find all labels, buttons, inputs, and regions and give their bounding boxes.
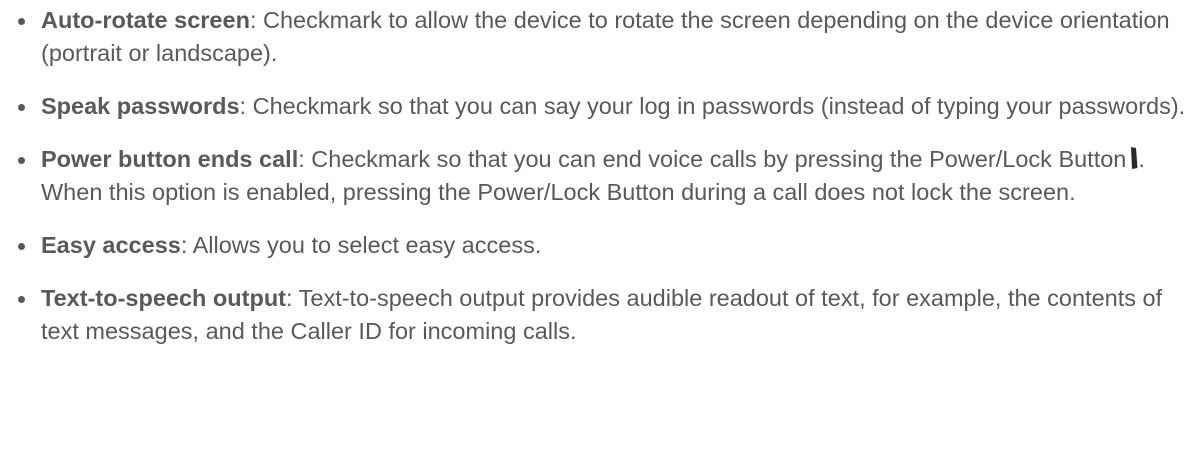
list-item-auto-rotate-screen: Auto-rotate screen: Checkmark to allow t…	[0, 4, 1191, 70]
bullet-icon	[18, 18, 25, 25]
bullet-icon	[18, 104, 25, 111]
list-item-power-button-ends-call: Power button ends call: Checkmark so tha…	[0, 143, 1191, 209]
item-term: Auto-rotate screen	[41, 7, 250, 33]
bullet-icon	[18, 296, 25, 303]
item-description: : Checkmark so that you can say your log…	[239, 93, 1186, 119]
item-term: Text-to-speech output	[41, 285, 286, 311]
bullet-icon	[18, 157, 25, 164]
bullet-icon	[18, 243, 25, 250]
item-term: Speak passwords	[41, 93, 240, 119]
list-item-easy-access: Easy access: Allows you to select easy a…	[0, 229, 1191, 262]
list-item-text-to-speech-output: Text-to-speech output: Text-to-speech ou…	[0, 282, 1191, 348]
item-term: Easy access	[41, 232, 181, 258]
item-description: : Allows you to select easy access.	[180, 232, 542, 258]
item-description-before-icon: : Checkmark so that you can end voice ca…	[298, 146, 1127, 172]
list-item-speak-passwords: Speak passwords: Checkmark so that you c…	[0, 90, 1191, 123]
item-term: Power button ends call	[41, 146, 299, 172]
settings-list: Auto-rotate screen: Checkmark to allow t…	[0, 4, 1199, 348]
